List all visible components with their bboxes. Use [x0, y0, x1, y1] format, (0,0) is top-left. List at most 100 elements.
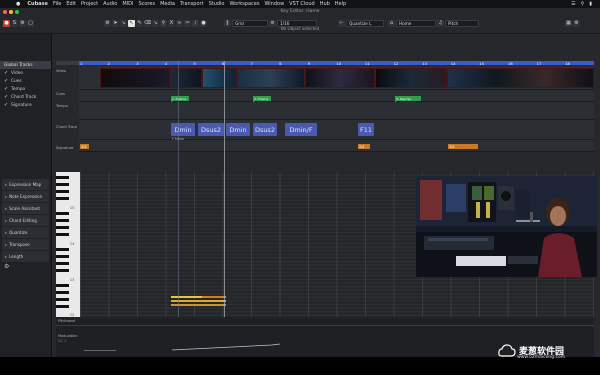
menu-item[interactable]: Workspaces — [230, 1, 260, 7]
track-toggle-cues[interactable]: ✓ Cues — [0, 77, 51, 85]
playhead-cursor[interactable] — [224, 61, 225, 357]
black-key[interactable] — [56, 248, 69, 251]
mute-icon[interactable]: X — [168, 19, 175, 27]
modulation-curve[interactable] — [172, 341, 292, 351]
quantize-icon[interactable]: ≡ — [269, 19, 276, 27]
black-key[interactable] — [56, 212, 69, 215]
layout-icon[interactable]: ▦ — [565, 19, 572, 27]
inspector-section[interactable]: ▸ Note Expression — [2, 191, 49, 202]
black-key[interactable] — [56, 262, 69, 265]
record-icon[interactable]: ● — [3, 19, 10, 27]
signature-event[interactable]: 4/4 — [80, 144, 89, 149]
drumstick-icon[interactable]: ● — [200, 19, 207, 27]
track-toggle-signature[interactable]: ✓ Signature — [0, 101, 51, 109]
track-toggle-chord[interactable]: ✓ Chord Track — [0, 93, 51, 101]
gear-icon[interactable]: ⚙ — [104, 19, 111, 27]
object-selection-icon[interactable]: ↖ — [128, 19, 135, 27]
menu-item[interactable]: Help — [335, 1, 346, 7]
window-gear-icon[interactable]: ⚙ — [573, 19, 580, 27]
black-key[interactable] — [56, 197, 69, 200]
inspector-section[interactable]: ▸ Transpose — [2, 239, 49, 250]
add-setting-icon[interactable]: ⚙ — [0, 263, 51, 270]
monitor-icon[interactable]: ▢ — [27, 19, 34, 27]
global-tracks-header[interactable]: Global Tracks — [0, 61, 51, 69]
home-icon[interactable]: ⌂ — [388, 19, 395, 27]
grid-type-select[interactable]: Grid — [232, 19, 268, 27]
pitch-icon[interactable]: ♫ — [437, 19, 444, 27]
cursor-tool-icon[interactable]: ➤ — [112, 19, 119, 27]
inspector-section[interactable]: ▸ Quantize — [2, 227, 49, 238]
black-key[interactable] — [56, 305, 69, 308]
menu-item[interactable]: Project — [81, 1, 98, 7]
wifi-icon[interactable]: ☰ — [571, 1, 575, 7]
menu-item[interactable]: Studio — [209, 1, 225, 7]
menu-item[interactable]: Transport — [180, 1, 203, 7]
pitch-select[interactable]: Pitch — [445, 19, 479, 27]
battery-icon[interactable]: ▮ — [589, 1, 592, 7]
chord-event[interactable]: Dsus2 — [198, 123, 224, 136]
midi-note[interactable] — [202, 296, 226, 298]
lane-scroll[interactable] — [84, 350, 116, 351]
select-tool-icon[interactable]: ↘ — [120, 19, 127, 27]
menu-item[interactable]: Audio — [103, 1, 117, 7]
midi-note[interactable] — [171, 304, 226, 306]
solo-button[interactable]: S — [11, 19, 18, 27]
black-key[interactable] — [56, 255, 69, 258]
black-key[interactable] — [56, 233, 69, 236]
menu-item[interactable]: Window — [264, 1, 284, 7]
track-toggle-video[interactable]: ✓ Video — [0, 69, 51, 77]
quantize-preset-select[interactable]: 1/16 — [277, 19, 317, 27]
cue-marker[interactable]: 3. Reprise — [395, 96, 421, 103]
black-key[interactable] — [56, 269, 69, 272]
black-key[interactable] — [56, 284, 69, 287]
chord-event[interactable]: Dmin/F — [285, 123, 317, 136]
menu-item[interactable]: Media — [160, 1, 175, 7]
split-icon[interactable]: ✂ — [184, 19, 191, 27]
chord-event[interactable]: Dmin — [226, 123, 250, 136]
chord-event[interactable]: Dsus2 — [253, 123, 277, 136]
search-icon[interactable]: ⚲ — [581, 1, 585, 7]
trim-icon[interactable]: ↘ — [152, 19, 159, 27]
signature-event[interactable]: 2/4 — [358, 144, 370, 149]
cue-marker[interactable]: 2. Theme — [253, 96, 271, 103]
inspector-section[interactable]: ▸ Chord Editing — [2, 215, 49, 226]
video-clip[interactable] — [305, 68, 375, 88]
chord-event[interactable]: Dmin — [171, 123, 195, 136]
video-clip[interactable] — [447, 68, 594, 88]
black-key[interactable] — [56, 183, 69, 186]
menu-item[interactable]: Hub — [320, 1, 330, 7]
timeline-ruler[interactable]: 1 2 3 4 5 6 7 8 9 10 11 12 13 14 15 16 1… — [79, 61, 594, 66]
snap-icon[interactable]: ∥ — [224, 19, 231, 27]
apple-icon[interactable]: ● — [16, 1, 20, 7]
video-clip[interactable] — [237, 68, 305, 88]
zoom-icon[interactable]: ⚲ — [160, 19, 167, 27]
black-key[interactable] — [56, 219, 69, 222]
video-clip[interactable] — [170, 68, 202, 88]
settings-icon[interactable]: ⚙ — [19, 19, 26, 27]
black-key[interactable] — [56, 226, 69, 229]
chord-event[interactable]: F11 — [358, 123, 374, 136]
menu-item[interactable]: File — [53, 1, 61, 7]
cue-marker[interactable]: 1. Theme — [171, 96, 189, 103]
controller-lane-cc[interactable]: CC 1 — [58, 339, 66, 343]
black-key[interactable] — [56, 176, 69, 179]
inspector-section[interactable]: ▸ Length — [2, 251, 49, 262]
inspector-section[interactable]: ▸ Expression Map — [2, 179, 49, 190]
menu-item[interactable]: MIDI — [122, 1, 133, 7]
piano-keyboard[interactable]: C5 C4 C3 C2 — [56, 172, 80, 317]
pencil-icon[interactable]: ✎ — [136, 19, 143, 27]
menu-item[interactable]: Scores — [138, 1, 155, 7]
midi-note[interactable] — [171, 300, 226, 302]
quantize-length-select[interactable]: Quantize L — [346, 19, 384, 27]
black-key[interactable] — [56, 298, 69, 301]
black-key[interactable] — [56, 291, 69, 294]
inspector-section[interactable]: ▸ Scale Assistant — [2, 203, 49, 214]
menu-item[interactable]: VST Cloud — [289, 1, 315, 7]
track-toggle-tempo[interactable]: ✓ Tempo — [0, 85, 51, 93]
signature-event[interactable]: 3/4 — [448, 144, 478, 149]
app-menu[interactable]: Cubase — [27, 1, 48, 7]
black-key[interactable] — [56, 190, 69, 193]
home-select[interactable]: Home — [396, 19, 436, 27]
video-clip[interactable] — [375, 68, 447, 88]
video-clip[interactable] — [202, 68, 237, 88]
